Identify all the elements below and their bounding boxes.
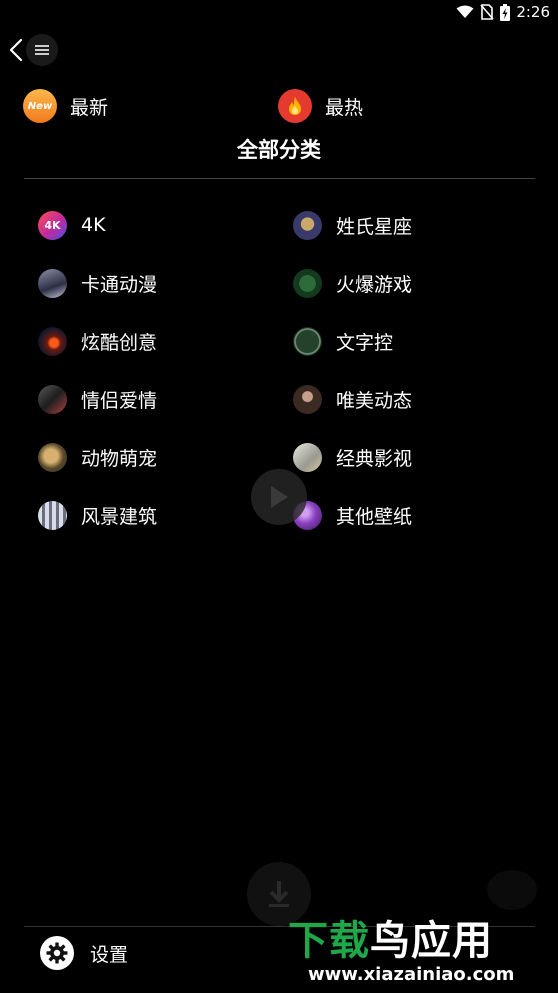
page-title: 全部分类: [237, 138, 321, 162]
quick-link-newest[interactable]: New 最新: [23, 88, 108, 124]
watermark-logo: 下载鸟应用 www.xiazainiao.com: [280, 906, 558, 993]
category-thumbnail: [38, 500, 67, 530]
divider: [24, 178, 535, 179]
category-classic-film[interactable]: 经典影视: [293, 429, 412, 485]
play-icon: [271, 486, 288, 508]
chevron-left-icon: [9, 38, 23, 62]
battery-charging-icon: [500, 3, 511, 21]
category-thumbnail: [38, 442, 67, 472]
menu-icon: [35, 45, 49, 55]
back-button[interactable]: [6, 36, 28, 64]
quick-link-newest-label: 最新: [70, 96, 109, 119]
category-thumbnail: 4K: [38, 210, 67, 240]
quick-link-hottest-label: 最热: [325, 96, 364, 119]
category-couple-love[interactable]: 情侣爱情: [38, 371, 157, 427]
gear-icon: [40, 936, 74, 970]
category-other-wallpapers[interactable]: 其他壁纸: [293, 487, 412, 543]
play-button[interactable]: [251, 469, 307, 525]
top-bar: [0, 28, 558, 72]
category-thumbnail: [293, 268, 322, 298]
quick-link-hottest[interactable]: 最热: [278, 88, 363, 124]
category-label: 其他壁纸: [336, 505, 413, 528]
category-animals-pets[interactable]: 动物萌宠: [38, 429, 157, 485]
category-thumbnail: [38, 268, 67, 298]
category-label: 唯美动态: [336, 389, 413, 412]
category-scenery-architecture[interactable]: 风景建筑: [38, 487, 157, 543]
category-label: 动物萌宠: [81, 447, 158, 470]
wifi-icon: [456, 5, 474, 19]
watermark-url: www.xiazainiao.com: [308, 964, 515, 985]
download-icon: [269, 881, 289, 907]
category-4k[interactable]: 4K 4K: [38, 197, 106, 253]
category-beautiful-dynamic[interactable]: 唯美动态: [293, 371, 412, 427]
category-thumbnail: [38, 384, 67, 414]
category-thumbnail: [293, 326, 322, 356]
category-hot-games[interactable]: 火爆游戏: [293, 255, 412, 311]
category-cool-creative[interactable]: 炫酷创意: [38, 313, 157, 369]
new-badge-icon: New: [23, 89, 57, 123]
faded-action-button[interactable]: [487, 870, 537, 910]
settings-button[interactable]: 设置: [40, 934, 128, 972]
category-label: 卡通动漫: [81, 273, 158, 296]
category-text-lovers[interactable]: 文字控: [293, 313, 393, 369]
category-thumbnail: [293, 442, 322, 472]
no-sim-icon: [480, 4, 494, 20]
settings-label: 设置: [90, 943, 129, 966]
category-thumbnail: [38, 326, 67, 356]
category-label: 姓氏星座: [336, 215, 413, 238]
category-label: 4K: [81, 214, 106, 236]
fire-icon: [278, 89, 312, 123]
category-label: 文字控: [336, 331, 394, 354]
category-thumbnail: [293, 384, 322, 414]
status-bar: 2:26: [0, 0, 558, 24]
category-thumbnail: [293, 210, 322, 240]
category-label: 风景建筑: [81, 505, 158, 528]
status-time: 2:26: [516, 3, 550, 21]
category-label: 火爆游戏: [336, 273, 413, 296]
category-label: 炫酷创意: [81, 331, 158, 354]
watermark-title: 下载鸟应用: [288, 918, 493, 964]
category-surname-zodiac[interactable]: 姓氏星座: [293, 197, 412, 253]
menu-button[interactable]: [26, 34, 58, 66]
category-label: 情侣爱情: [81, 389, 158, 412]
status-icons: 2:26: [456, 2, 550, 22]
category-label: 经典影视: [336, 447, 413, 470]
category-cartoon-anime[interactable]: 卡通动漫: [38, 255, 157, 311]
